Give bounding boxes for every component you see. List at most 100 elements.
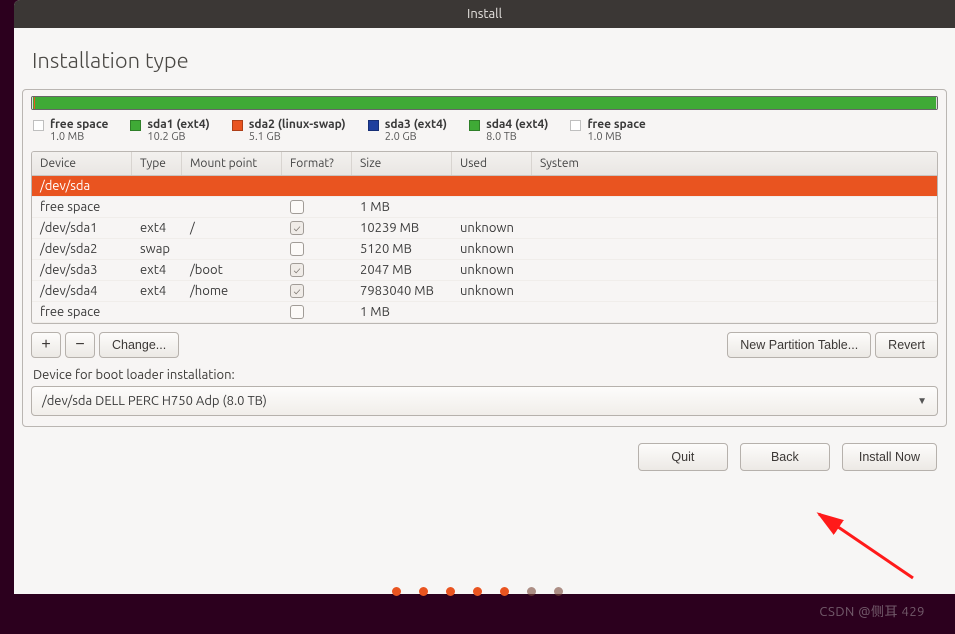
remove-partition-button[interactable]: − bbox=[65, 332, 95, 358]
legend-size: 2.0 GB bbox=[385, 131, 447, 143]
legend-swatch bbox=[469, 120, 480, 131]
cell-used: unknown bbox=[452, 239, 532, 259]
page-title: Installation type bbox=[14, 28, 955, 89]
add-partition-button[interactable]: + bbox=[31, 332, 61, 358]
cell-used: unknown bbox=[452, 218, 532, 238]
partition-toolbar: + − Change... New Partition Table... Rev… bbox=[31, 332, 938, 358]
format-checkbox[interactable] bbox=[290, 263, 304, 277]
cell-used: unknown bbox=[452, 281, 532, 301]
table-row[interactable]: free space1 MB bbox=[32, 197, 937, 218]
quit-button[interactable]: Quit bbox=[638, 443, 728, 471]
table-row[interactable]: /dev/sda1ext4/10239 MBunknown bbox=[32, 218, 937, 239]
table-row[interactable]: /dev/sda3ext4/boot2047 MBunknown bbox=[32, 260, 937, 281]
cell-device: /dev/sda2 bbox=[32, 239, 132, 259]
legend-swatch bbox=[570, 120, 581, 131]
table-header: Device Type Mount point Format? Size Use… bbox=[32, 152, 937, 176]
cell-device: /dev/sda3 bbox=[32, 260, 132, 280]
legend-size: 10.2 GB bbox=[147, 131, 209, 143]
cell-used bbox=[452, 309, 532, 315]
cell-type bbox=[132, 204, 182, 210]
legend-item[interactable]: sda1 (ext4)10.2 GB bbox=[130, 118, 209, 143]
new-partition-table-button[interactable]: New Partition Table... bbox=[727, 332, 871, 358]
cell-system bbox=[532, 183, 937, 189]
cell-format bbox=[282, 183, 352, 189]
col-format[interactable]: Format? bbox=[282, 152, 352, 175]
install-now-button[interactable]: Install Now bbox=[842, 443, 937, 471]
legend-item[interactable]: free space1.0 MB bbox=[570, 118, 645, 143]
col-system[interactable]: System bbox=[532, 152, 937, 175]
cell-used: unknown bbox=[452, 260, 532, 280]
legend-swatch bbox=[33, 120, 44, 131]
cell-size: 10239 MB bbox=[352, 218, 452, 238]
col-used[interactable]: Used bbox=[452, 152, 532, 175]
legend-item[interactable]: free space1.0 MB bbox=[33, 118, 108, 143]
legend-item[interactable]: sda4 (ext4)8.0 TB bbox=[469, 118, 548, 143]
legend-item[interactable]: sda3 (ext4)2.0 GB bbox=[368, 118, 447, 143]
legend-name: sda4 (ext4) bbox=[486, 118, 548, 131]
cell-type: ext4 bbox=[132, 260, 182, 280]
col-size[interactable]: Size bbox=[352, 152, 452, 175]
cell-size: 1 MB bbox=[352, 302, 452, 322]
table-row[interactable]: /dev/sda4ext4/home7983040 MBunknown bbox=[32, 281, 937, 302]
partition-panel: free space1.0 MB sda1 (ext4)10.2 GB sda2 (… bbox=[22, 89, 947, 427]
legend-name: sda1 (ext4) bbox=[147, 118, 209, 131]
bootloader-device-combo[interactable]: /dev/sda DELL PERC H750 Adp (8.0 TB) ▼ bbox=[31, 386, 938, 416]
cell-size bbox=[352, 183, 452, 189]
legend-item[interactable]: sda2 (linux-swap)5.1 GB bbox=[232, 118, 346, 143]
window-title: Install bbox=[467, 7, 502, 21]
format-checkbox[interactable] bbox=[290, 200, 304, 214]
back-button[interactable]: Back bbox=[740, 443, 830, 471]
legend-swatch bbox=[232, 120, 243, 131]
cell-format bbox=[282, 281, 352, 301]
cell-type bbox=[132, 309, 182, 315]
legend-name: sda2 (linux-swap) bbox=[249, 118, 346, 131]
change-partition-button[interactable]: Change... bbox=[99, 332, 179, 358]
wizard-footer: Quit Back Install Now bbox=[22, 427, 947, 479]
cell-format bbox=[282, 302, 352, 322]
format-checkbox[interactable] bbox=[290, 305, 304, 319]
legend-swatch bbox=[368, 120, 379, 131]
watermark: CSDN @侧耳 429 bbox=[819, 601, 925, 620]
chevron-down-icon: ▼ bbox=[917, 395, 927, 407]
revert-button[interactable]: Revert bbox=[875, 332, 938, 358]
titlebar: Install bbox=[14, 0, 955, 28]
diskbar-segment[interactable] bbox=[936, 97, 937, 109]
bootloader-device-value: /dev/sda DELL PERC H750 Adp (8.0 TB) bbox=[42, 394, 267, 408]
legend-size: 1.0 MB bbox=[587, 131, 645, 143]
cell-device: /dev/sda4 bbox=[32, 281, 132, 301]
cell-system bbox=[532, 225, 937, 231]
legend-size: 5.1 GB bbox=[249, 131, 346, 143]
dot bbox=[446, 587, 455, 596]
bootloader-label: Device for boot loader installation: bbox=[33, 368, 936, 382]
disk-usage-bar bbox=[31, 96, 938, 110]
cell-system bbox=[532, 309, 937, 315]
cell-type bbox=[132, 183, 182, 189]
dot bbox=[473, 587, 482, 596]
format-checkbox[interactable] bbox=[290, 284, 304, 298]
table-row[interactable]: free space1 MB bbox=[32, 302, 937, 323]
cell-used bbox=[452, 204, 532, 210]
cell-mount bbox=[182, 204, 282, 210]
dot bbox=[419, 587, 428, 596]
cell-format bbox=[282, 197, 352, 217]
cell-device: /dev/sda bbox=[32, 176, 132, 196]
legend-swatch bbox=[130, 120, 141, 131]
cell-size: 5120 MB bbox=[352, 239, 452, 259]
cell-device: /dev/sda1 bbox=[32, 218, 132, 238]
cell-format bbox=[282, 260, 352, 280]
dot bbox=[392, 587, 401, 596]
col-mount[interactable]: Mount point bbox=[182, 152, 282, 175]
cell-size: 7983040 MB bbox=[352, 281, 452, 301]
col-device[interactable]: Device bbox=[32, 152, 132, 175]
table-row[interactable]: /dev/sda2swap5120 MBunknown bbox=[32, 239, 937, 260]
cell-mount bbox=[182, 246, 282, 252]
format-checkbox[interactable] bbox=[290, 242, 304, 256]
cell-size: 2047 MB bbox=[352, 260, 452, 280]
diskbar-segment[interactable] bbox=[35, 97, 936, 109]
col-type[interactable]: Type bbox=[132, 152, 182, 175]
format-checkbox[interactable] bbox=[290, 221, 304, 235]
cell-type: ext4 bbox=[132, 218, 182, 238]
cell-system bbox=[532, 288, 937, 294]
table-row[interactable]: /dev/sda bbox=[32, 176, 937, 197]
cell-format bbox=[282, 218, 352, 238]
